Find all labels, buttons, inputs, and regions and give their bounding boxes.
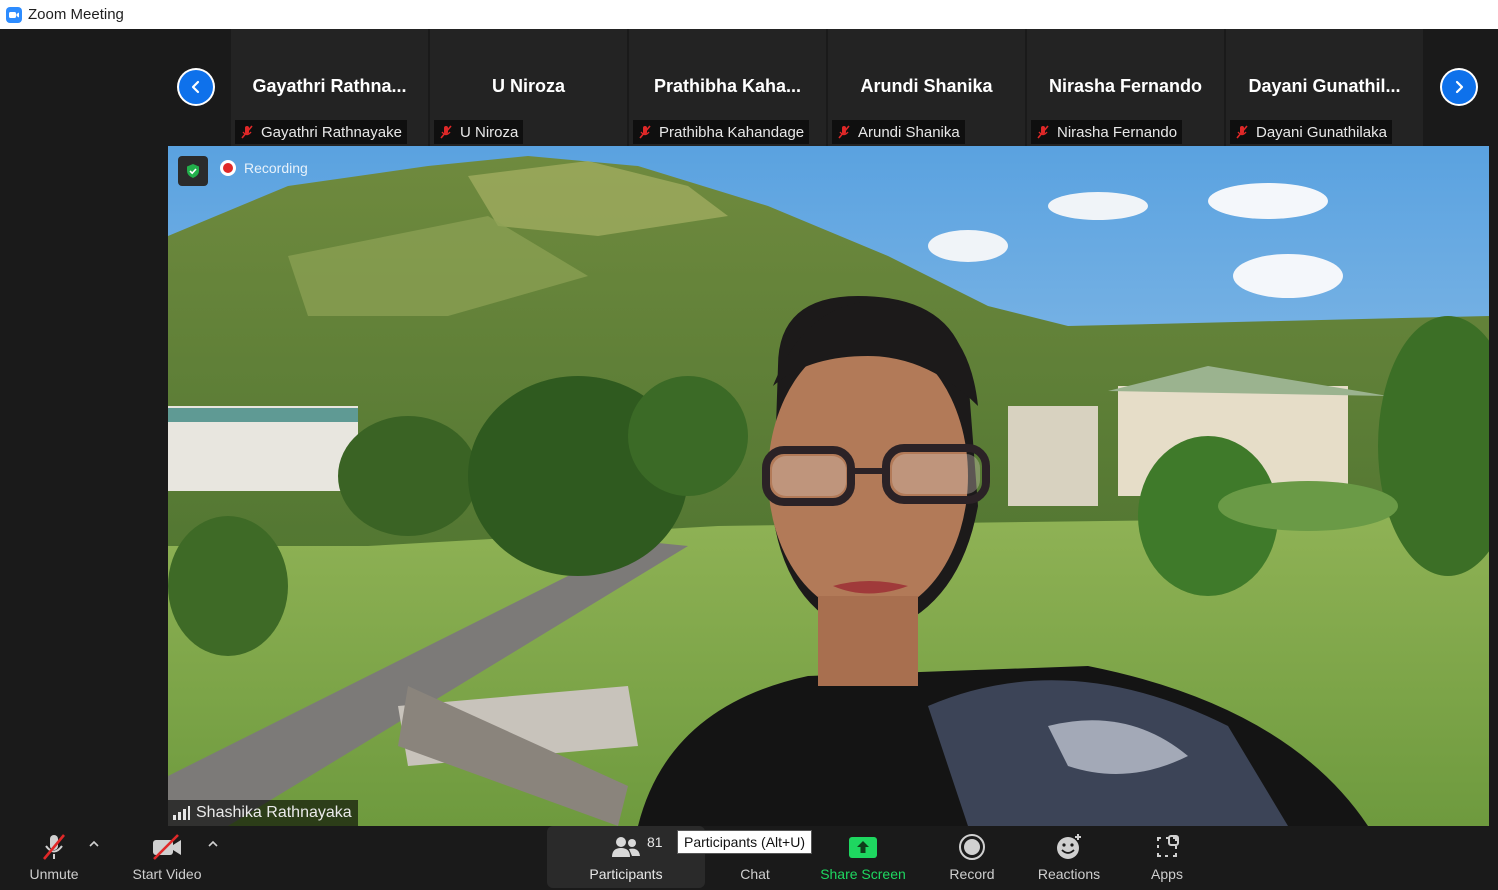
apps-icon [1157, 835, 1179, 857]
participants-label: Participants [589, 866, 663, 882]
share-screen-label: Share Screen [820, 866, 906, 882]
title-bar: Zoom Meeting [0, 0, 1498, 29]
participant-name-tag: U Niroza [434, 120, 524, 144]
recording-indicator: Recording [220, 160, 308, 176]
participant-tile[interactable]: U Niroza U Niroza [430, 29, 627, 146]
speaker-name: Shashika Rathnayaka [196, 804, 352, 821]
recording-dot-icon [220, 160, 236, 176]
start-video-button[interactable]: Start Video [127, 826, 207, 890]
participant-tile[interactable]: Nirasha Fernando Nirasha Fernando [1027, 29, 1224, 146]
share-screen-button[interactable]: Share Screen [815, 826, 911, 890]
participant-name-tag: Gayathri Rathnayake [235, 120, 407, 144]
participant-tile[interactable]: Prathibha Kaha... Prathibha Kahandage [629, 29, 826, 146]
previous-page-button[interactable] [177, 68, 215, 106]
participant-tile[interactable]: Gayathri Rathna... Gayathri Rathnayake [231, 29, 428, 146]
participants-icon [612, 837, 640, 857]
chevron-right-icon [1455, 80, 1464, 94]
participant-tile[interactable]: Dayani Gunathil... Dayani Gunathilaka [1226, 29, 1423, 146]
participant-tag-label: Arundi Shanika [858, 123, 960, 141]
participant-tag-label: Dayani Gunathilaka [1256, 123, 1387, 141]
unmute-button[interactable]: Unmute [22, 826, 86, 890]
apps-button[interactable]: Apps [1140, 826, 1194, 890]
participant-name-tag: Nirasha Fernando [1031, 120, 1183, 144]
video-options-caret-icon[interactable] [206, 838, 220, 850]
meeting-toolbar: Unmute Start Video Participants 81 Parti… [0, 826, 1498, 890]
chat-button[interactable]: Chat [725, 826, 785, 890]
muted-mic-icon [838, 125, 850, 139]
participant-count: 81 [647, 834, 663, 850]
record-icon [959, 834, 985, 860]
unmute-label: Unmute [29, 866, 79, 882]
window-title: Zoom Meeting [28, 6, 124, 23]
gallery-strip: Gayathri Rathna... Gayathri Rathnayake U… [0, 29, 1498, 146]
muted-mic-icon [241, 125, 253, 139]
muted-mic-icon [440, 125, 452, 139]
participant-name-tag: Dayani Gunathilaka [1230, 120, 1392, 144]
participant-display-name: Prathibha Kaha... [653, 76, 802, 96]
participant-name-tag: Prathibha Kahandage [633, 120, 810, 144]
muted-mic-icon [43, 834, 65, 860]
video-off-icon [153, 834, 181, 860]
participant-display-name: Arundi Shanika [860, 76, 993, 96]
chevron-left-icon [191, 80, 200, 94]
participant-display-name: Dayani Gunathil... [1248, 76, 1401, 96]
participant-display-name: Gayathri Rathna... [252, 76, 407, 96]
chat-icon [738, 832, 772, 862]
zoom-logo-icon [6, 6, 22, 23]
share-screen-icon [849, 837, 877, 858]
apps-label: Apps [1151, 866, 1183, 882]
recording-label: Recording [244, 160, 308, 176]
signal-strength-icon [173, 806, 190, 820]
participant-tile[interactable]: Arundi Shanika Arundi Shanika [828, 29, 1025, 146]
participant-display-name: Nirasha Fernando [1048, 76, 1203, 96]
virtual-background-image [168, 146, 1489, 826]
muted-mic-icon [1037, 125, 1049, 139]
active-speaker-video: Recording Shashika Rathnayaka [168, 146, 1489, 826]
participant-name-tag: Arundi Shanika [832, 120, 965, 144]
participant-tag-label: Gayathri Rathnayake [261, 123, 402, 141]
record-label: Record [949, 866, 995, 882]
participant-tag-label: Prathibha Kahandage [659, 123, 805, 141]
start-video-label: Start Video [132, 866, 202, 882]
participant-tag-label: Nirasha Fernando [1057, 123, 1178, 141]
reactions-icon [1057, 834, 1081, 859]
chat-label: Chat [740, 866, 770, 882]
next-page-button[interactable] [1440, 68, 1478, 106]
muted-mic-icon [1236, 125, 1248, 139]
muted-mic-icon [639, 125, 651, 139]
speaker-name-tag: Shashika Rathnayaka [168, 800, 358, 826]
participant-tag-label: U Niroza [460, 123, 519, 141]
reactions-label: Reactions [1037, 866, 1101, 882]
participant-display-name: U Niroza [491, 76, 565, 96]
security-shield-icon[interactable] [178, 156, 208, 186]
record-button[interactable]: Record [940, 826, 1004, 890]
audio-options-caret-icon[interactable] [87, 838, 101, 850]
reactions-button[interactable]: Reactions [1032, 826, 1106, 890]
